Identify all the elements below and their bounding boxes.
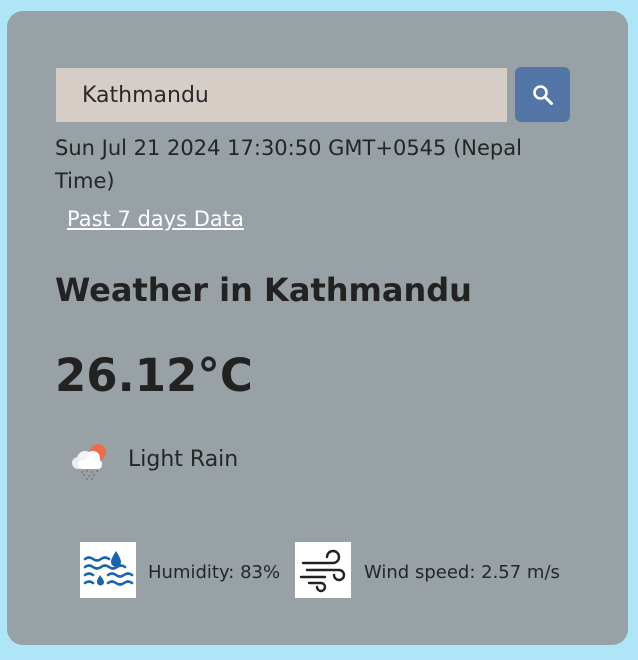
current-datetime: Sun Jul 21 2024 17:30:50 GMT+0545 (Nepal…	[55, 136, 522, 193]
humidity-icon	[80, 542, 136, 598]
search-icon	[532, 84, 553, 105]
cloud-sun-rain-icon	[72, 444, 106, 480]
weather-title: Weather in Kathmandu	[55, 271, 472, 309]
weather-card: Sun Jul 21 2024 17:30:50 GMT+0545 (Nepal…	[7, 11, 628, 645]
weather-condition: Light Rain	[128, 447, 239, 472]
past-7-days-link[interactable]: Past 7 days Data	[67, 207, 244, 231]
search-button[interactable]	[515, 67, 570, 122]
temperature: 26.12°C	[55, 349, 253, 402]
search-bar	[56, 67, 570, 123]
wind-speed-value: Wind speed: 2.57 m/s	[364, 562, 560, 583]
wind-icon	[295, 542, 351, 598]
humidity-value: Humidity: 83%	[148, 562, 281, 583]
search-input[interactable]	[56, 68, 507, 122]
